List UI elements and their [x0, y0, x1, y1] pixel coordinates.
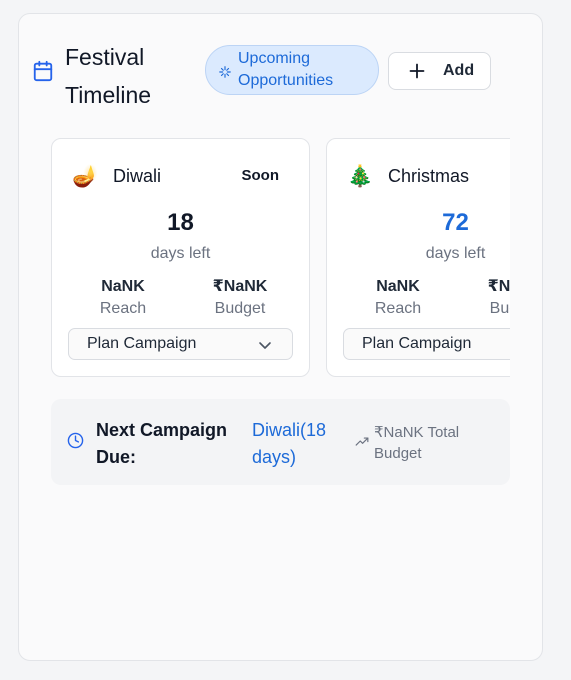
days-left-label: days left: [150, 245, 211, 262]
plan-campaign-label: Plan Campaign: [87, 335, 197, 352]
diya-icon: 🪔: [72, 164, 99, 188]
budget-value: ₹NaNK: [212, 278, 268, 295]
trending-up-icon: [355, 437, 369, 446]
reach-label: Reach: [374, 300, 422, 317]
christmas-tree-icon: 🎄: [347, 164, 374, 188]
add-button[interactable]: Add: [388, 52, 491, 90]
budget-metric: ₹NaNK Budget: [190, 277, 290, 320]
reach-value: NaNK: [376, 278, 420, 295]
page-title: Festival Timeline: [65, 44, 152, 108]
next-campaign-panel: Next Campaign Due: Diwali(18 days) ₹NaNK…: [51, 399, 510, 485]
reach-value: NaNK: [101, 278, 145, 295]
badge-label: Upcoming Opportunities: [238, 50, 334, 89]
add-button-label: Add: [443, 62, 475, 79]
next-campaign-value: Diwali(18 days): [252, 420, 327, 467]
sparkle-icon: [219, 65, 231, 78]
festival-name: Diwali: [113, 166, 162, 186]
reach-metric: NaNK Reach: [348, 277, 448, 320]
festival-name: Christmas: [388, 166, 470, 186]
budget-label: Budget: [489, 300, 510, 317]
chevron-down-icon: [259, 342, 271, 349]
reach-label: Reach: [99, 300, 147, 317]
header: Festival Timeline Upcoming Opportunities…: [32, 38, 492, 110]
calendar-icon: [33, 60, 53, 82]
reach-metric: NaNK Reach: [73, 277, 173, 320]
plan-campaign-select[interactable]: Plan Campaign: [68, 328, 293, 360]
festival-cards-scroller[interactable]: 🪔 Diwali Soon 18 days left NaNK Reach ₹N…: [51, 138, 510, 378]
festival-card-christmas: 🎄 Christmas 72 days left NaNK Reach ₹NaN…: [326, 138, 510, 377]
budget-label: Budget: [214, 300, 266, 317]
festival-card-diwali: 🪔 Diwali Soon 18 days left NaNK Reach ₹N…: [51, 138, 310, 377]
days-count: 72: [442, 209, 469, 236]
clock-icon: [67, 432, 84, 449]
plan-campaign-label: Plan Campaign: [362, 335, 472, 352]
upcoming-opportunities-badge: Upcoming Opportunities: [205, 45, 379, 95]
days-left-label: days left: [425, 245, 486, 262]
days-count: 18: [167, 209, 194, 236]
status-badge: Soon: [241, 167, 280, 184]
plan-campaign-select[interactable]: Plan Campaign: [343, 328, 510, 360]
next-campaign-label: Next Campaign Due:: [96, 420, 228, 467]
total-budget-text: ₹NaNK Total Budget: [374, 424, 460, 462]
budget-metric: ₹NaNK Budget: [465, 277, 510, 320]
budget-value: ₹NaNK: [487, 278, 510, 295]
plus-icon: [409, 63, 425, 79]
